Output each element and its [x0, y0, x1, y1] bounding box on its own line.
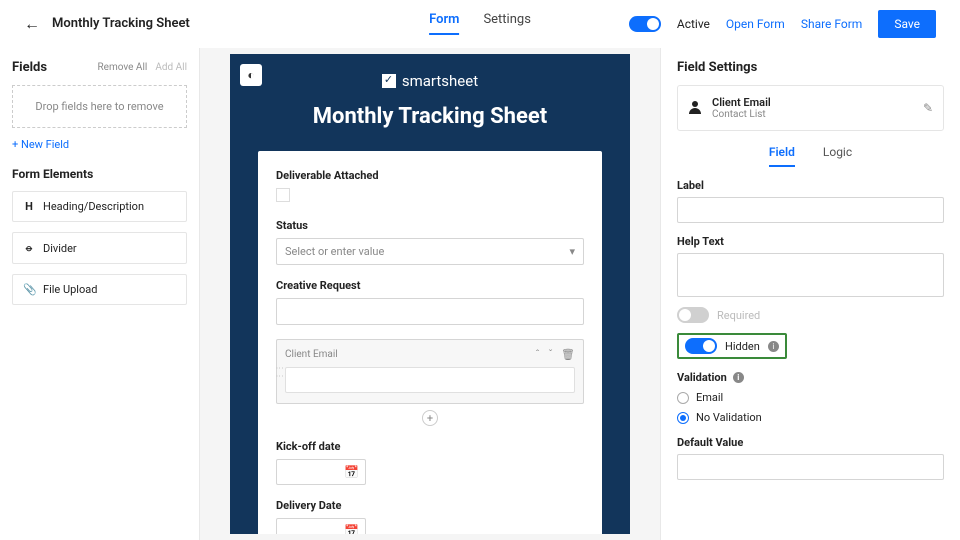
brand-logo: smartsheet [230, 54, 630, 90]
label-label: Label [677, 179, 944, 192]
field-label-creative: Creative Request [276, 279, 584, 292]
tab-form[interactable]: Form [429, 12, 459, 35]
field-label-status: Status [276, 219, 584, 232]
hidden-row: Hidden i [677, 333, 944, 359]
calendar-icon: 📅 [344, 524, 359, 534]
remove-all-link[interactable]: Remove All [98, 62, 148, 73]
page-title: Monthly Tracking Sheet [52, 16, 190, 31]
save-button[interactable]: Save [878, 10, 936, 38]
default-value-input[interactable] [677, 454, 944, 480]
selected-field-label: Client Email [285, 349, 338, 360]
form-elements-heading: Form Elements [12, 167, 187, 181]
delete-field-icon[interactable]: 🗑 [561, 348, 575, 361]
radio-none-label: No Validation [696, 411, 762, 424]
field-settings-panel: Field Settings Client Email Contact List… [660, 48, 960, 540]
field-chip: Client Email Contact List ✎ [677, 85, 944, 131]
active-label: Active [677, 17, 710, 31]
radio-email-label: Email [696, 391, 723, 404]
radio-no-validation[interactable] [677, 412, 689, 424]
chip-subtitle: Contact List [712, 109, 771, 120]
attachment-icon: 📎 [23, 283, 35, 296]
field-label-kickoff: Kick-off date [276, 440, 584, 453]
help-text-label: Help Text [677, 235, 944, 248]
client-email-input[interactable] [285, 367, 575, 393]
help-text-input[interactable] [677, 253, 944, 297]
default-value-label: Default Value [677, 436, 944, 449]
field-label-deliverable: Deliverable Attached [276, 169, 584, 182]
contact-icon [688, 101, 702, 115]
required-label: Required [717, 309, 760, 322]
fields-heading: Fields [12, 60, 47, 75]
hidden-label: Hidden [725, 340, 760, 353]
element-heading[interactable]: H Heading/Description [12, 191, 187, 222]
label-input[interactable] [677, 197, 944, 223]
kickoff-date-input[interactable]: 📅 [276, 459, 366, 485]
element-divider[interactable]: ⦵ Divider [12, 232, 187, 264]
status-select[interactable]: Select or enter value ▾ [276, 238, 584, 265]
field-label-delivery: Delivery Date [276, 499, 584, 512]
validation-email-row[interactable]: Email [677, 391, 944, 404]
top-right-actions: Active Open Form Share Form Save [629, 10, 936, 38]
calendar-icon: 📅 [344, 465, 359, 479]
preview-button[interactable]: ◐ [240, 64, 262, 86]
brand-text: smartsheet [402, 72, 478, 90]
add-all-link[interactable]: Add All [155, 62, 187, 73]
element-label: Heading/Description [43, 200, 144, 213]
collapse-up-icon[interactable]: ˆ [535, 348, 540, 361]
smartsheet-logo-icon [382, 74, 396, 88]
chip-title: Client Email [712, 96, 771, 109]
deliverable-checkbox[interactable] [276, 188, 290, 202]
form-title: Monthly Tracking Sheet [230, 90, 630, 151]
hidden-toggle[interactable] [685, 338, 717, 354]
info-icon[interactable]: i [768, 341, 779, 352]
drag-handle-icon[interactable]: ⋮⋮ [275, 364, 284, 380]
divider-icon: ⦵ [23, 241, 35, 255]
new-field-link[interactable]: + New Field [12, 138, 187, 151]
radio-email[interactable] [677, 392, 689, 404]
selected-field-client-email[interactable]: ⋮⋮ Client Email ˆ ˇ 🗑 [276, 339, 584, 404]
creative-request-input[interactable] [276, 298, 584, 325]
delivery-date-input[interactable]: 📅 [276, 518, 366, 534]
element-label: File Upload [43, 283, 97, 296]
edit-field-icon[interactable]: ✎ [923, 101, 933, 115]
settings-subtabs: Field Logic [677, 145, 944, 167]
chevron-down-icon: ▾ [569, 245, 575, 258]
left-panel: Fields Remove All Add All Drop fields he… [0, 48, 200, 540]
add-field-button[interactable]: + [422, 410, 438, 426]
tab-settings[interactable]: Settings [483, 12, 530, 35]
main-tabs: Form Settings [429, 12, 531, 35]
status-placeholder: Select or enter value [285, 245, 384, 258]
validation-label: Validation [677, 371, 727, 384]
validation-heading: Validation i [677, 371, 944, 384]
form-canvas-area: ◐ smartsheet Monthly Tracking Sheet Deli… [200, 48, 660, 540]
subtab-field[interactable]: Field [769, 145, 795, 167]
top-bar: ← Monthly Tracking Sheet Form Settings A… [0, 0, 960, 48]
heading-icon: H [23, 200, 35, 213]
hidden-highlight-box: Hidden i [677, 333, 787, 359]
open-form-link[interactable]: Open Form [726, 17, 785, 31]
required-row: Required [677, 307, 944, 323]
element-label: Divider [43, 242, 77, 255]
active-toggle[interactable] [629, 16, 661, 32]
back-arrow-icon[interactable]: ← [24, 14, 40, 34]
form-body: Deliverable Attached Status Select or en… [258, 151, 602, 534]
validation-none-row[interactable]: No Validation [677, 411, 944, 424]
element-file-upload[interactable]: 📎 File Upload [12, 274, 187, 305]
expand-down-icon[interactable]: ˇ [548, 348, 553, 361]
fields-dropzone[interactable]: Drop fields here to remove [12, 85, 187, 128]
info-icon[interactable]: i [733, 372, 744, 383]
share-form-link[interactable]: Share Form [801, 17, 863, 31]
required-toggle[interactable] [677, 307, 709, 323]
field-settings-heading: Field Settings [677, 60, 944, 75]
form-canvas: ◐ smartsheet Monthly Tracking Sheet Deli… [230, 54, 630, 534]
subtab-logic[interactable]: Logic [823, 145, 852, 167]
